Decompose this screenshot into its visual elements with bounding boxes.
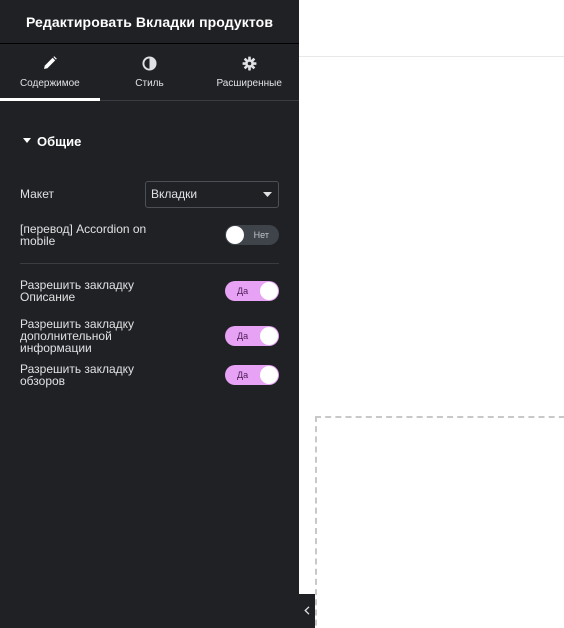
section-general-toggle[interactable]: Общие	[20, 101, 279, 181]
tab-reviews-switch[interactable]: Да	[225, 365, 279, 385]
switch-knob	[260, 327, 278, 345]
layout-select-value: Вкладки	[151, 187, 198, 201]
tab-additional-switch[interactable]: Да	[225, 326, 279, 346]
section-title: Общие	[37, 133, 82, 149]
tab-content-label: Содержимое	[19, 78, 80, 89]
tab-description-label-line2: Описание	[20, 290, 76, 304]
accordion-switch[interactable]: Нет	[225, 225, 279, 245]
switch-state-text: Да	[237, 370, 249, 380]
accordion-label-line2: mobile	[20, 234, 56, 248]
chevron-left-icon	[304, 602, 310, 620]
gear-icon	[241, 55, 257, 71]
layout-select[interactable]: Вкладки	[145, 180, 279, 208]
switch-state-text: Нет	[253, 230, 269, 240]
control-tab-description: Разрешить закладку Описание Да	[20, 279, 279, 303]
switch-state-text: Да	[237, 286, 249, 296]
panel-collapse-button[interactable]	[299, 594, 315, 628]
chevron-down-icon	[262, 191, 272, 197]
section-general: Общие Макет Вкладки [перевод] Accordion …	[0, 101, 299, 387]
tab-reviews-label: Разрешить закладку обзоров	[20, 363, 134, 387]
tab-style[interactable]: Стиль	[100, 44, 200, 100]
tab-description-label: Разрешить закладку Описание	[20, 279, 134, 303]
half-circle-icon	[142, 55, 158, 71]
caret-down-icon	[22, 136, 32, 146]
preview-drop-zone[interactable]	[315, 416, 564, 628]
switch-state-text: Да	[237, 331, 249, 341]
tab-additional-label-line3: информации	[20, 341, 92, 355]
accordion-label: [перевод] Accordion on mobile	[20, 223, 146, 247]
panel-header: Редактировать Вкладки продуктов	[0, 0, 299, 44]
tab-style-label: Стиль	[135, 78, 164, 89]
control-tab-additional: Разрешить закладку дополнительной информ…	[20, 318, 279, 354]
editor-panel: Редактировать Вкладки продуктов Содержим…	[0, 0, 299, 628]
preview-header-border	[299, 56, 564, 57]
tab-reviews-label-line2: обзоров	[20, 374, 66, 388]
control-accordion-mobile: [перевод] Accordion on mobile Нет	[20, 223, 279, 247]
switch-knob	[260, 282, 278, 300]
panel-tabs: Содержимое Стиль Расширенные	[0, 44, 299, 101]
tab-advanced-label: Расширенные	[216, 78, 282, 89]
panel-title: Редактировать Вкладки продуктов	[25, 13, 274, 30]
switch-knob	[226, 226, 244, 244]
control-layout: Макет Вкладки	[20, 180, 279, 208]
tab-advanced[interactable]: Расширенные	[199, 44, 299, 100]
switch-knob	[260, 366, 278, 384]
tab-additional-label: Разрешить закладку дополнительной информ…	[20, 318, 134, 354]
tab-content[interactable]: Содержимое	[0, 44, 100, 101]
control-tab-reviews: Разрешить закладку обзоров Да	[20, 363, 279, 387]
divider	[20, 263, 279, 264]
layout-label: Макет	[20, 187, 54, 201]
pencil-icon	[42, 55, 58, 71]
editor-root: Редактировать Вкладки продуктов Содержим…	[0, 0, 564, 628]
tab-description-switch[interactable]: Да	[225, 281, 279, 301]
